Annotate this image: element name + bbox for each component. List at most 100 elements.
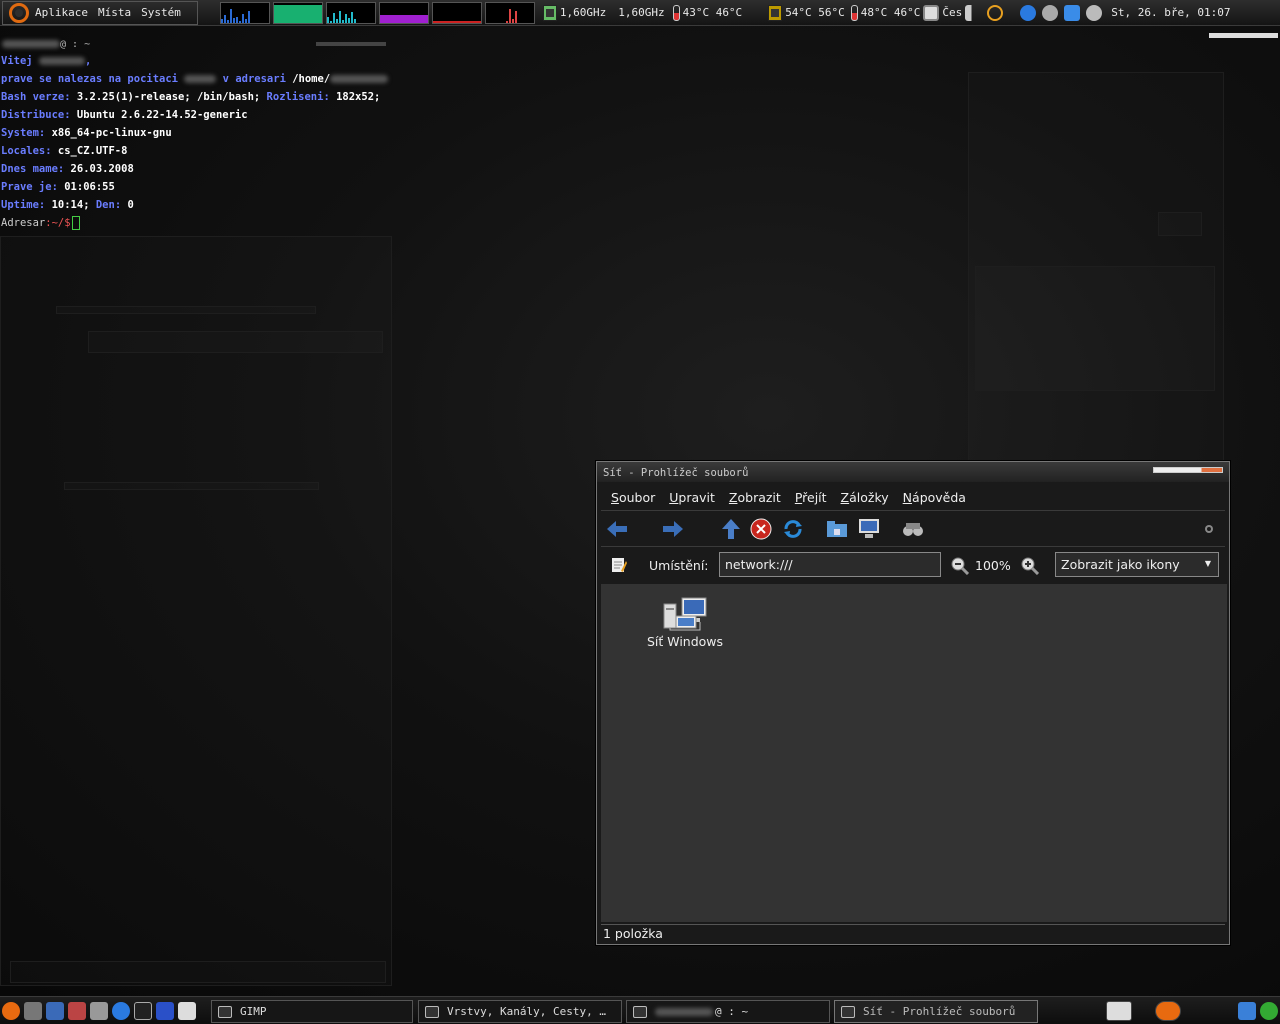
menu-bookmarks[interactable]: Záložky [841,490,889,505]
view-mode-select[interactable]: Zobrazit jako ikony ▼ [1055,552,1219,577]
firefox-launcher-icon[interactable] [2,1002,20,1020]
running-man-icon[interactable] [1260,1002,1278,1020]
keyboard-layout[interactable]: Čes [942,6,962,19]
file-item-label: Síť Windows [646,634,724,649]
item-count: 1 položka [603,926,663,941]
terminal-icon [633,1005,647,1018]
software-launcher-icon[interactable] [68,1002,86,1020]
top-panel: Aplikace Místa Systém 1,60GHz 1,60GHz 43… [0,0,1280,26]
calculator-launcher-icon[interactable] [156,1002,174,1020]
term-line-locales: Locales: cs_CZ.UTF-8 [1,145,128,157]
task-terminal[interactable]: @ : ~ [626,1000,830,1023]
pidgin-launcher-icon[interactable] [46,1002,64,1020]
computer-icon[interactable] [857,517,881,541]
menu-go[interactable]: Přejít [795,490,827,505]
text-editor-launcher-icon[interactable] [178,1002,196,1020]
task-gimp[interactable]: GIMP [211,1000,413,1023]
term-line-distro: Distribuce: Ubuntu 2.6.22-14.52-generic [1,109,248,121]
cpu-load-graph[interactable] [219,1,270,24]
menu-file[interactable]: Soubor [611,490,655,505]
applet-icon[interactable] [1086,4,1103,21]
file-browser-window[interactable]: Síť - Prohlížeč souborů Soubor Upravit Z… [596,461,1230,945]
file-view[interactable]: Síť Windows [601,584,1227,922]
task-gimp-layers[interactable]: Vrstvy, Kanály, Cesty, … [418,1000,622,1023]
task-file-browser[interactable]: Síť - Prohlížeč souborů [834,1000,1038,1023]
gimp-icon [425,1005,439,1018]
stop-icon[interactable] [749,517,773,541]
zoom-in-icon[interactable] [1021,557,1040,578]
cpu2-frequency: 1,60GHz [618,6,665,19]
menu-places[interactable]: Místa [98,6,131,19]
terminal-scrollbar[interactable] [316,42,386,46]
up-icon[interactable] [719,517,743,541]
location-input[interactable] [719,552,941,577]
term-line-date: Dnes mame: 26.03.2008 [1,163,134,175]
toolbar [601,510,1225,546]
camera-launcher-icon[interactable] [90,1002,108,1020]
cursor-tool-icon[interactable] [1064,4,1081,21]
cpu-thermometer-icon[interactable] [672,4,680,21]
window-title: Síť - Prohlížeč souborů [603,467,749,479]
network-computers-icon [660,594,710,632]
location-label: Umístění: [649,558,709,573]
zoom-out-icon[interactable] [951,557,970,578]
sensor-thermometer-icon[interactable] [850,4,858,21]
view-mode-value: Zobrazit jako ikony [1061,557,1180,572]
menubar: Soubor Upravit Zobrazit Přejít Záložky N… [601,484,1225,510]
load-average-graph[interactable] [431,1,482,24]
edit-location-icon[interactable] [611,557,627,573]
workspace-1-icon[interactable] [1106,1001,1132,1021]
network-manager-icon[interactable] [1042,4,1059,21]
menu-applications[interactable]: Aplikace [35,6,88,19]
ghost-brush-field [88,331,383,353]
ghost-toolbox-buttons [10,961,386,983]
swap-graph[interactable] [378,1,429,24]
hdd-chip-icon[interactable] [768,4,783,21]
hdd-temperatures: 54°C 56°C [785,6,845,19]
window-list-strip [1209,33,1278,38]
terminal-cursor [71,216,80,230]
cpu1-chip-icon[interactable] [542,4,557,21]
reload-icon[interactable] [781,517,805,541]
back-icon[interactable] [605,517,629,541]
file-item-windows-network[interactable]: Síť Windows [637,594,733,649]
disk-graph[interactable] [484,1,535,24]
trash-icon[interactable] [1238,1002,1256,1020]
term-line-host: prave se nalezas na pocitaci v adresari … [1,70,389,88]
gimp-launcher-icon[interactable] [24,1002,42,1020]
location-bar: Umístění: 100% Zobrazit jako ikony ▼ [601,546,1225,584]
clock[interactable]: St, 26. bře, 01:07 [1111,6,1230,19]
memory-graph[interactable] [272,1,323,24]
dropdown-arrow-icon: ▼ [1204,559,1211,568]
terminal[interactable]: @ : ~ Vitej , prave se nalezas na pocita… [0,30,400,230]
workspace-2-firefox-icon[interactable] [1155,1001,1181,1021]
window-titlebar[interactable]: Síť - Prohlížeč souborů [597,462,1229,482]
volume-icon[interactable] [965,4,982,21]
ubuntu-logo-icon[interactable] [9,2,29,23]
ghost-slider-2 [64,482,319,490]
bluetooth-launcher-icon[interactable] [112,1002,130,1020]
term-line-bash: Bash verze: 3.2.25(1)-release; /bin/bash… [1,91,381,103]
terminal-launcher-icon[interactable] [134,1002,152,1020]
term-line-prompt: Adresar:~/$ [1,214,80,232]
menu-view[interactable]: Zobrazit [729,490,781,505]
menu-help[interactable]: Nápověda [903,490,966,505]
term-line-uptime: Uptime: 10:14; Den: 0 [1,199,134,211]
term-line-welcome: Vitej , [1,55,92,67]
menu-edit[interactable]: Upravit [669,490,715,505]
term-line-system: System: x86_64-pc-linux-gnu [1,127,172,139]
bluetooth-icon[interactable] [1020,4,1037,21]
network-graph[interactable] [325,1,376,24]
menu-system[interactable]: Systém [141,6,181,19]
cpu-temperatures: 43°C 46°C [682,6,743,19]
forward-icon[interactable] [661,517,685,541]
update-notifier-icon[interactable] [987,4,1004,21]
gimp-icon [218,1005,232,1018]
window-controls[interactable] [1153,467,1223,473]
home-folder-icon[interactable] [825,517,849,541]
file-browser-icon [841,1005,855,1018]
keyboard-lock-icon[interactable] [923,4,940,21]
main-menu: Aplikace Místa Systém [2,0,198,25]
search-binoculars-icon[interactable] [901,517,925,541]
ghost-layers-list [975,266,1215,391]
